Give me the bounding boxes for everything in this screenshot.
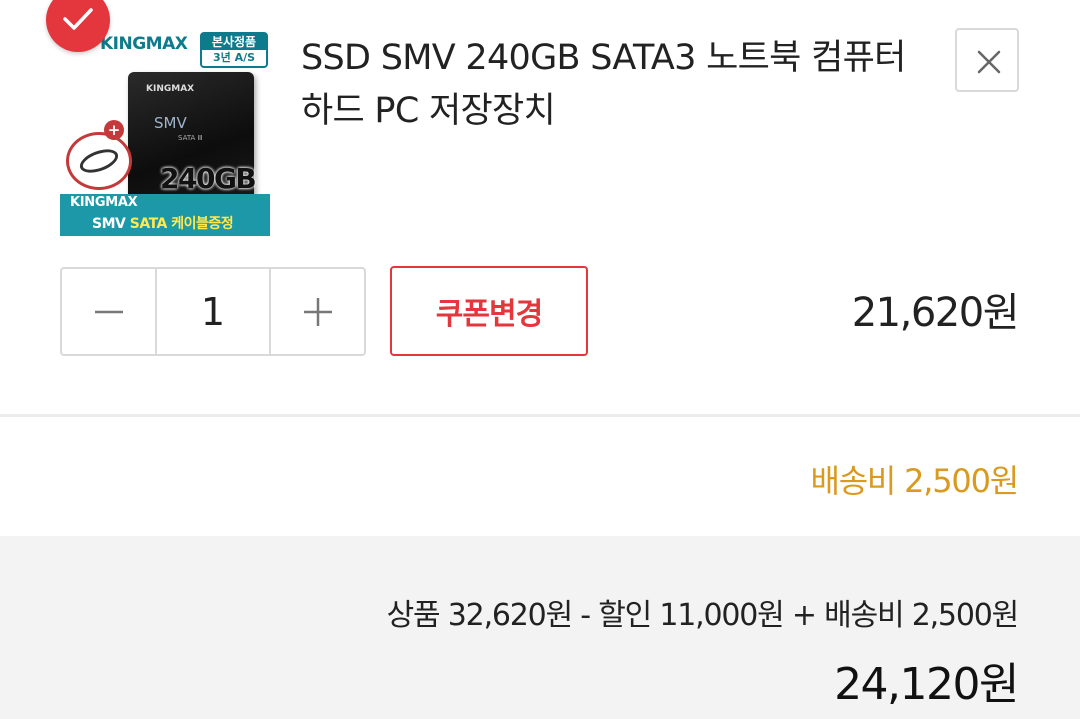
cart-item: KINGMAX 본사정품 3년 A/S KINGMAX SMV SATA Ⅲ +… xyxy=(0,0,1080,415)
quantity-value[interactable]: 1 xyxy=(155,269,271,354)
divider xyxy=(0,414,1080,417)
product-thumbnail[interactable]: KINGMAX 본사정품 3년 A/S KINGMAX SMV SATA Ⅲ +… xyxy=(60,28,270,236)
increment-button[interactable] xyxy=(271,269,364,354)
minus-icon xyxy=(94,310,123,313)
plus-badge-icon: + xyxy=(104,120,124,140)
quantity-stepper: 1 xyxy=(60,267,366,356)
close-icon xyxy=(977,50,1001,74)
decrement-button[interactable] xyxy=(62,269,155,354)
check-icon xyxy=(63,8,93,30)
thumbnail-brand: KINGMAX xyxy=(100,34,188,54)
product-title[interactable]: SSD SMV 240GB SATA3 노트북 컴퓨터 하드 PC 저장장치 xyxy=(301,32,921,138)
item-price: 21,620원 xyxy=(851,290,1020,336)
summary-breakdown: 상품 32,620원 - 할인 11,000원 + 배송비 2,500원 xyxy=(386,598,1020,633)
summary-total: 24,120원 xyxy=(834,659,1019,710)
thumbnail-band: KINGMAX SMV SATA 케이블증정 xyxy=(60,194,270,236)
thumbnail-capacity: 240GB xyxy=(160,162,257,195)
thumbnail-warranty-badge: 본사정품 3년 A/S xyxy=(200,32,268,68)
plus-icon xyxy=(303,297,332,326)
order-summary: 상품 32,620원 - 할인 11,000원 + 배송비 2,500원 24,… xyxy=(0,536,1080,719)
cable-icon xyxy=(66,132,132,190)
shipping-fee: 배송비 2,500원 xyxy=(810,462,1019,500)
change-coupon-button[interactable]: 쿠폰변경 xyxy=(390,266,588,356)
remove-item-button[interactable] xyxy=(955,28,1019,92)
